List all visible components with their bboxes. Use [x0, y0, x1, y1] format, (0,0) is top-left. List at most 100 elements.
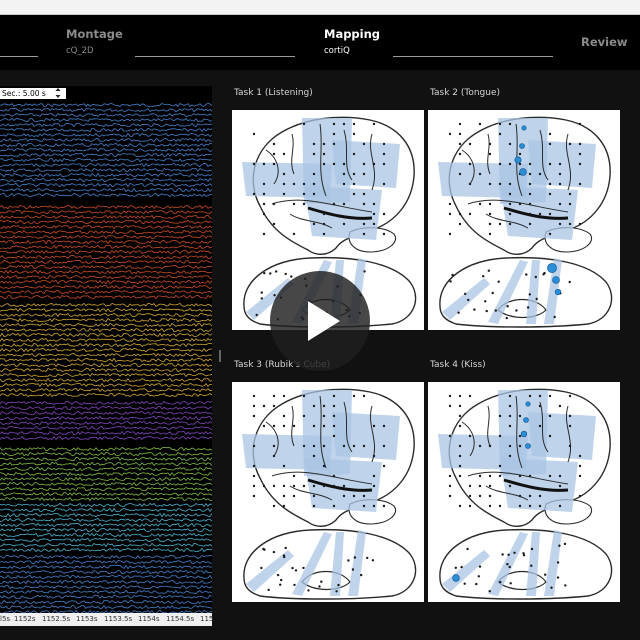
- top-strip: [0, 0, 640, 15]
- eeg-channel-trace: [0, 137, 212, 143]
- eeg-channel-trace: [0, 307, 212, 313]
- eeg-channel-trace: [0, 532, 212, 538]
- time-tick: 1152s: [14, 615, 36, 623]
- eeg-channel-trace: [0, 294, 212, 300]
- step-label: Montage: [66, 27, 123, 41]
- step-review[interactable]: Review: [581, 35, 628, 49]
- step-sublabel: cortiQ: [324, 46, 350, 56]
- eeg-channel-trace: [0, 162, 212, 168]
- eeg-channel-trace: [0, 456, 212, 462]
- eeg-channel-trace: [0, 147, 212, 153]
- eeg-channel-trace: [0, 219, 212, 225]
- eeg-channel-trace: [0, 481, 212, 487]
- eeg-channel-trace: [0, 229, 212, 234]
- eeg-channel-trace: [0, 377, 212, 383]
- eeg-channel-trace: [0, 302, 212, 308]
- brain-map: [438, 388, 613, 600]
- eeg-toolbar: Sec.: 5.00 s: [0, 86, 212, 102]
- eeg-channel-trace: [0, 225, 212, 230]
- eeg-channel-trace: [0, 347, 212, 353]
- task-title: Task 1 (Listening): [234, 88, 313, 98]
- task-map-rubiks-cube[interactable]: [232, 382, 424, 602]
- eeg-channel-trace: [0, 595, 212, 599]
- step-sublabel: cQ_2D: [66, 46, 94, 56]
- eeg-channel-trace: [0, 435, 212, 441]
- eeg-channel-trace: [0, 214, 212, 220]
- eeg-channel-trace: [0, 486, 212, 492]
- eeg-channel-trace: [0, 517, 212, 523]
- eeg-channel-trace: [0, 466, 212, 472]
- eeg-channel-trace: [0, 264, 212, 270]
- step-connector: [0, 56, 38, 57]
- step-connector: [393, 56, 553, 57]
- eeg-channel-trace: [0, 332, 212, 338]
- step-label: Review: [581, 35, 628, 49]
- eeg-channel-trace: [0, 367, 212, 373]
- eeg-channel-trace: [0, 547, 212, 553]
- time-tick: 1154.5s: [166, 615, 195, 623]
- time-tick: l5s: [0, 615, 11, 623]
- eeg-channel-trace: [0, 599, 212, 605]
- step-connector: [135, 56, 295, 57]
- eeg-channel-trace: [0, 476, 212, 482]
- eeg-channel-trace: [0, 527, 212, 533]
- eeg-channel-trace: [0, 537, 212, 543]
- eeg-channel-trace: [0, 117, 212, 123]
- time-tick: 1153.5s: [104, 615, 133, 623]
- eeg-channel-trace: [0, 512, 212, 518]
- play-icon: [308, 301, 340, 341]
- eeg-channel-trace: [0, 172, 212, 178]
- eeg-channel-trace: [0, 157, 212, 163]
- eeg-channel-trace: [0, 102, 212, 108]
- time-tick: 1152.5s: [42, 615, 71, 623]
- eeg-channel-trace: [0, 507, 212, 513]
- eeg-channel-trace: [0, 352, 212, 358]
- eeg-channel-trace: [0, 604, 212, 609]
- eeg-channel-trace: [0, 122, 212, 128]
- eeg-channel-trace: [0, 522, 212, 528]
- eeg-channel-trace: [0, 289, 212, 295]
- eeg-channel-trace: [0, 496, 212, 502]
- eeg-channel-trace: [0, 187, 212, 193]
- task-map-tongue[interactable]: [428, 110, 620, 330]
- eeg-channel-trace: [0, 204, 212, 210]
- step-mapping[interactable]: Mapping cortiQ: [324, 27, 380, 56]
- eeg-channel-trace: [0, 249, 212, 255]
- eeg-channel-trace: [0, 400, 212, 406]
- eeg-channel-trace: [0, 327, 212, 333]
- eeg-channel-trace: [0, 142, 212, 148]
- eeg-channel-trace: [0, 342, 212, 348]
- time-tick: 1154s: [138, 615, 160, 623]
- eeg-channel-trace: [0, 279, 212, 285]
- eeg-channel-trace: [0, 542, 212, 548]
- brain-map: [438, 116, 613, 328]
- eeg-traces[interactable]: [0, 102, 212, 613]
- panel-splitter[interactable]: [219, 350, 221, 362]
- eeg-channel-trace: [0, 192, 212, 198]
- step-montage[interactable]: Montage cQ_2D: [66, 27, 123, 56]
- play-button[interactable]: [270, 271, 370, 371]
- eeg-channel-trace: [0, 559, 212, 565]
- eeg-channel-trace: [0, 234, 212, 239]
- eeg-channel-trace: [0, 362, 212, 368]
- eeg-viewer[interactable]: Sec.: 5.00 s: [0, 86, 212, 626]
- eeg-channel-trace: [0, 284, 212, 290]
- seconds-value: Sec.: 5.00 s: [2, 89, 46, 98]
- eeg-channel-trace: [0, 382, 212, 388]
- time-tick: 1153s: [76, 615, 98, 623]
- time-tick: 115: [200, 615, 214, 623]
- eeg-channel-trace: [0, 167, 212, 172]
- spinner-arrows-icon[interactable]: [55, 87, 61, 100]
- eeg-channel-trace: [0, 502, 212, 508]
- eeg-channel-trace: [0, 269, 212, 275]
- eeg-channel-trace: [0, 554, 212, 560]
- eeg-channel-trace: [0, 337, 212, 343]
- eeg-channel-trace: [0, 451, 212, 457]
- eeg-channel-trace: [0, 461, 212, 467]
- eeg-channel-trace: [0, 317, 212, 323]
- task-map-kiss[interactable]: [428, 382, 620, 602]
- eeg-channel-trace: [0, 254, 212, 260]
- eeg-channel-trace: [0, 589, 212, 594]
- eeg-channel-trace: [0, 322, 212, 328]
- eeg-channel-trace: [0, 579, 212, 585]
